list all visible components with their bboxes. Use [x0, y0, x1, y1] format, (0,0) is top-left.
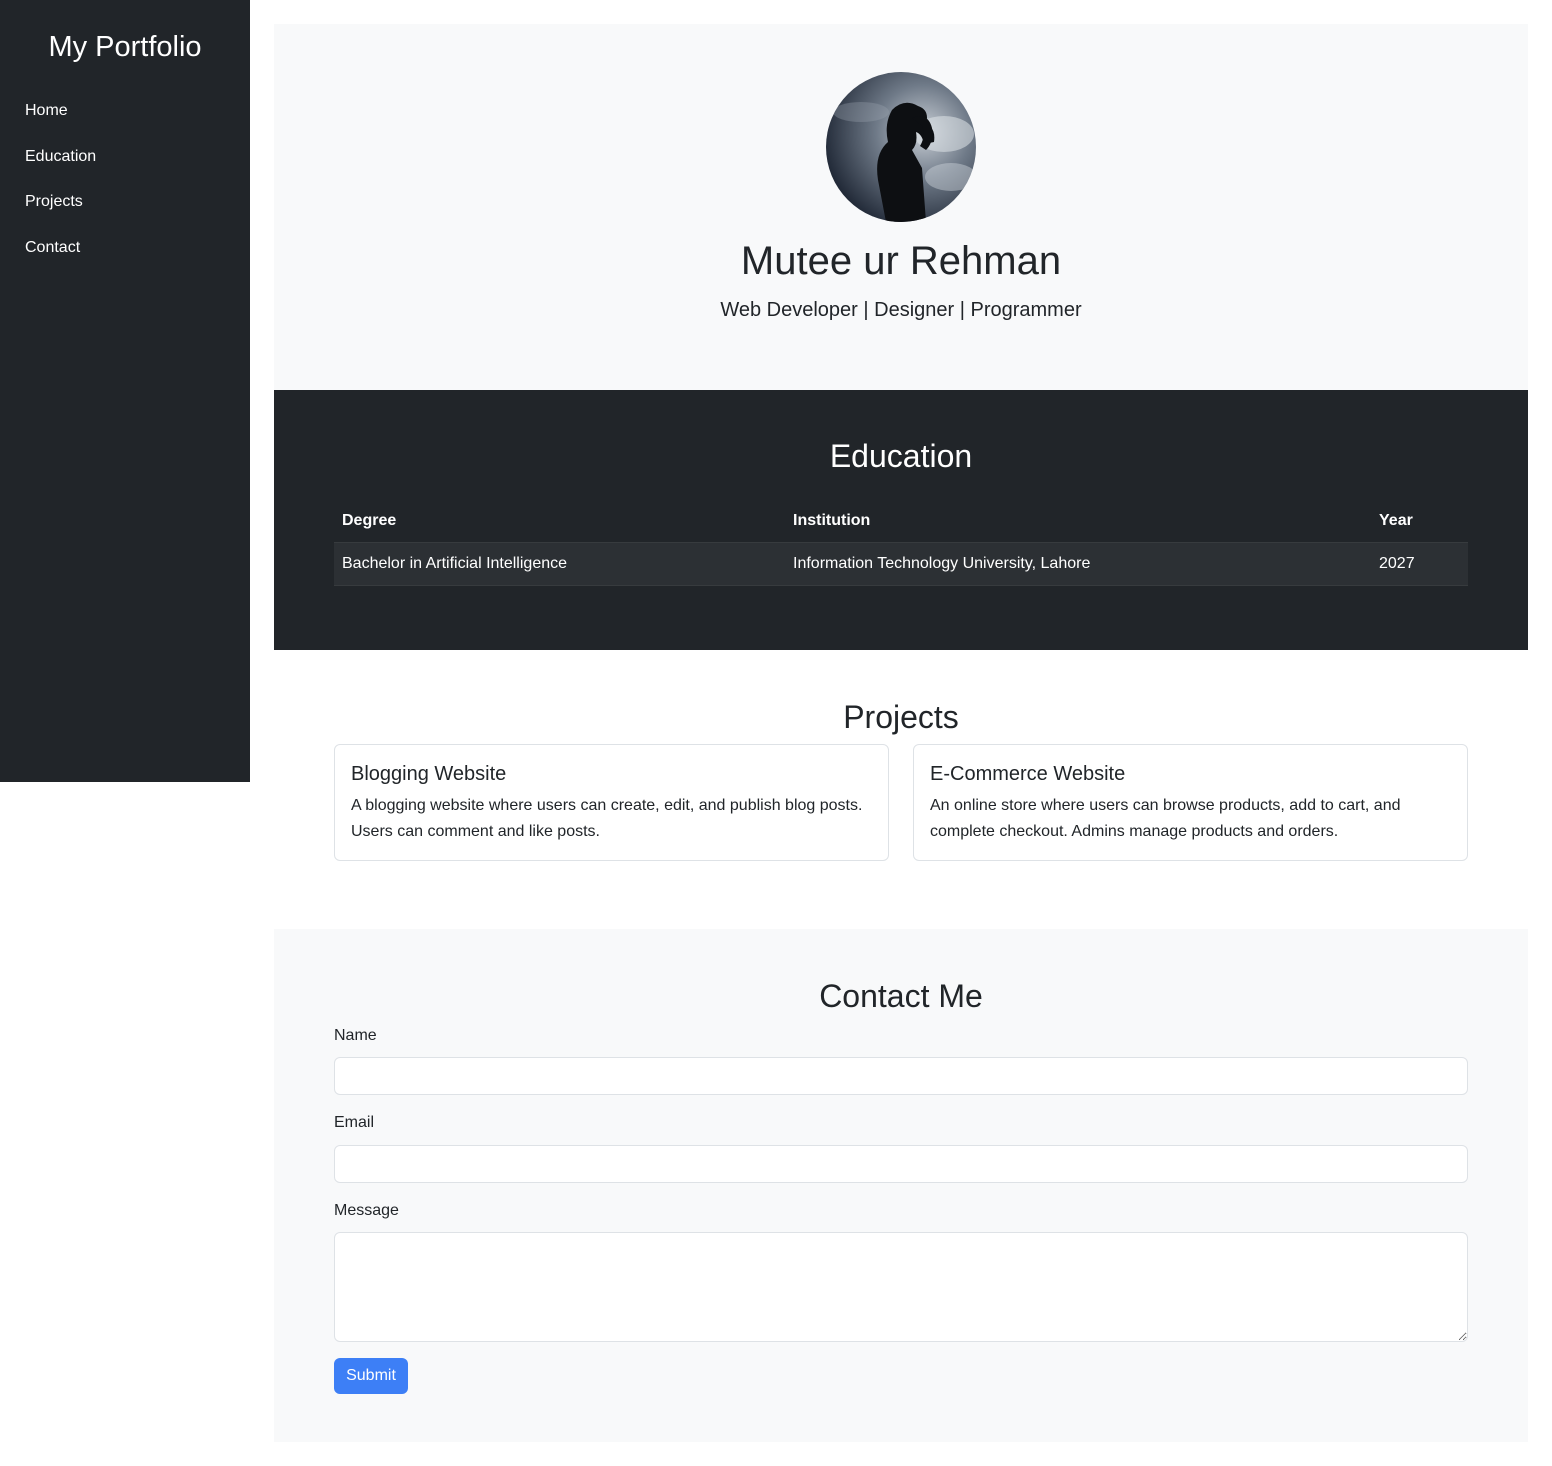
hero-tagline: Web Developer | Designer | Programmer: [720, 299, 1082, 321]
projects-title: Projects: [843, 699, 959, 735]
email-input[interactable]: [334, 1145, 1468, 1183]
project-card-title: Blogging Website: [351, 763, 507, 785]
name-input[interactable]: [334, 1057, 1468, 1095]
nav-link-home[interactable]: Home: [25, 99, 96, 123]
name-label: Name: [334, 1027, 377, 1044]
email-label: Email: [334, 1114, 375, 1131]
nav-link-contact[interactable]: Contact: [25, 236, 96, 260]
project-card-ecommerce: E-Commerce Website An online store where…: [913, 744, 1468, 861]
profile-avatar: [826, 72, 976, 222]
message-textarea[interactable]: [334, 1232, 1468, 1342]
education-title: Education: [829, 438, 973, 474]
header-year: Year: [1371, 500, 1468, 543]
hero-section: Mutee ur Rehman Web Developer | Designer…: [274, 24, 1528, 390]
contact-section: Contact Me Name Email Message Submit: [274, 929, 1528, 1442]
message-label: Message: [334, 1202, 399, 1219]
hero-name: Mutee ur Rehman: [740, 239, 1062, 283]
nav-link-education[interactable]: Education: [25, 145, 96, 169]
sidebar-item-home: Home: [25, 99, 96, 145]
contact-title: Contact Me: [819, 978, 983, 1014]
table-header-row: Degree Institution Year: [334, 500, 1468, 543]
sidebar-item-education: Education: [25, 145, 96, 191]
nav-link-projects[interactable]: Projects: [25, 190, 96, 214]
brand-title: My Portfolio: [48, 31, 202, 63]
project-card-title: E-Commerce Website: [930, 763, 1126, 785]
sidebar-nav: Home Education Projects Contact: [25, 99, 96, 281]
cell-year: 2027: [1371, 542, 1468, 586]
project-card-blogging: Blogging Website A blogging website wher…: [334, 744, 889, 861]
cell-institution: Information Technology University, Lahor…: [785, 542, 1371, 586]
table-row: Bachelor in Artificial Intelligence Info…: [334, 542, 1468, 586]
sidebar-item-projects: Projects: [25, 190, 96, 236]
project-card-text: A blogging website where users can creat…: [351, 797, 863, 840]
sidebar: My Portfolio Home Education Projects Con…: [0, 0, 250, 782]
header-institution: Institution: [785, 500, 1371, 543]
education-table: Degree Institution Year Bachelor in Arti…: [334, 500, 1468, 586]
cell-degree: Bachelor in Artificial Intelligence: [334, 542, 785, 586]
header-degree: Degree: [334, 500, 785, 543]
submit-button[interactable]: Submit: [334, 1358, 408, 1394]
project-card-text: An online store where users can browse p…: [930, 797, 1401, 840]
sidebar-item-contact: Contact: [25, 236, 96, 282]
education-section: Education Degree Institution Year Bachel…: [274, 390, 1528, 650]
